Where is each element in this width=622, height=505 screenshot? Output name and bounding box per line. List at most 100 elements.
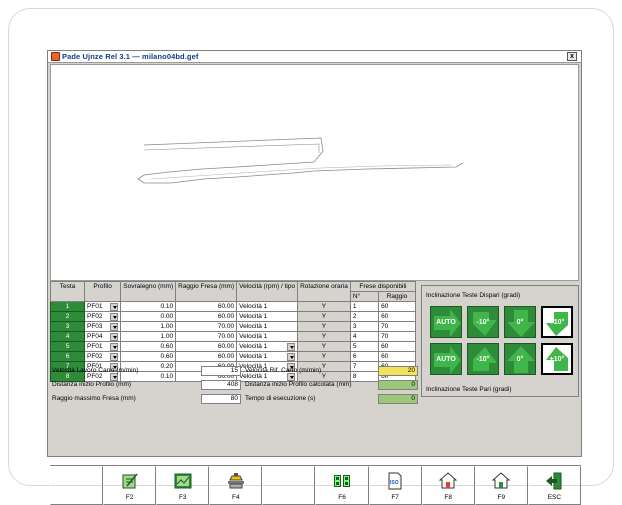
profile-canvas — [50, 64, 579, 281]
dispari-zero-button[interactable]: 0° — [504, 306, 536, 338]
f7-label: F7 — [391, 494, 399, 501]
chevron-down-icon[interactable] — [110, 342, 119, 351]
rotazione-cell[interactable]: Y — [297, 321, 351, 332]
table-row: 1 PF01 0.10 60.00 Velocità 1 Y 1 60 — [50, 301, 416, 312]
chevron-down-icon[interactable] — [287, 342, 296, 351]
fresa-n-cell: 7 — [349, 361, 380, 372]
raggio-cell[interactable]: 60.00 — [175, 311, 238, 322]
close-button[interactable]: x — [567, 52, 577, 61]
f3-button[interactable]: F3 — [156, 466, 210, 505]
raggio-cell[interactable]: 70.00 — [175, 321, 238, 332]
home-icon — [439, 472, 458, 489]
dispari-plus10-button[interactable]: +10° — [541, 306, 573, 338]
col-sovralegno: Sovralegno (mm) — [120, 281, 177, 302]
col-n: N° — [349, 291, 380, 302]
esc-button[interactable]: ESC — [527, 466, 581, 505]
fresa-raggio-cell: 60 — [378, 301, 416, 312]
raggio-cell[interactable]: 70.00 — [175, 331, 238, 342]
velocita-cell[interactable]: Velocità 1 — [236, 311, 299, 322]
raggio-max-label: Raggio massimo Fresa (mm) — [52, 395, 136, 402]
tempo-label: Tempo di esecuzione (s) — [245, 395, 316, 402]
machine-icon — [227, 473, 244, 489]
dist-calc-value: 0 — [378, 380, 418, 390]
velocita-cell[interactable]: Velocità 1 — [236, 331, 299, 342]
profile-select[interactable]: PF02 — [83, 311, 122, 322]
col-testa: Testa — [50, 281, 85, 302]
sovralegno-cell[interactable]: 0.60 — [120, 351, 177, 362]
incl-pari-title: Inclinazione Teste Pari (gradi) — [426, 386, 512, 393]
head-number[interactable]: 2 — [50, 311, 85, 322]
dist-field[interactable]: 408 — [201, 380, 241, 390]
table-row: 6 PF02 0.60 60.00 Velocità 1 Y 6 60 — [50, 351, 416, 362]
profile-select[interactable]: PF04 — [83, 331, 122, 342]
sovralegno-cell[interactable]: 0.10 — [120, 301, 177, 312]
app-icon — [51, 52, 60, 61]
vel-lavoro-field[interactable]: 15 — [201, 366, 241, 376]
head-number[interactable]: 4 — [50, 331, 85, 342]
f9-button[interactable]: F9 — [474, 466, 528, 505]
rotazione-cell[interactable]: Y — [297, 311, 351, 322]
profile-drawing — [137, 137, 464, 184]
head-number[interactable]: 5 — [50, 341, 85, 352]
velocita-cell[interactable]: Velocità 1 — [236, 301, 299, 312]
profile-select[interactable]: PF03 — [83, 321, 122, 332]
f8-button[interactable]: F8 — [421, 466, 475, 505]
edit-icon — [122, 473, 138, 489]
rotazione-cell[interactable]: Y — [297, 301, 351, 312]
f6-button[interactable]: F6 — [315, 466, 369, 505]
head-number[interactable]: 3 — [50, 321, 85, 332]
chevron-down-icon[interactable] — [110, 332, 119, 341]
chevron-down-icon[interactable] — [110, 352, 119, 361]
raggio-max-field[interactable]: 80 — [201, 394, 241, 404]
chevron-down-icon[interactable] — [110, 322, 119, 331]
pari-auto-button[interactable]: AUTO — [430, 343, 462, 375]
f2-button[interactable]: F2 — [103, 466, 157, 505]
pari-plus10-button[interactable]: +10° — [541, 343, 573, 375]
profile-select[interactable]: PF01 — [83, 341, 122, 352]
raggio-cell[interactable]: 60.00 — [175, 301, 238, 312]
dispari-minus10-button[interactable]: -10° — [467, 306, 499, 338]
profile-select[interactable]: PF02 — [83, 351, 122, 362]
head-number[interactable]: 1 — [50, 301, 85, 312]
pari-minus10-button[interactable]: -10° — [467, 343, 499, 375]
sovralegno-cell[interactable]: 0.00 — [120, 311, 177, 322]
profile-select[interactable]: PF01 — [83, 301, 122, 312]
col-raggio: Raggio — [378, 291, 416, 302]
raggio-cell[interactable]: 60.00 — [175, 351, 238, 362]
display-icon — [334, 475, 351, 487]
chart-icon — [174, 473, 192, 489]
rotazione-cell[interactable]: Y — [297, 351, 351, 362]
home-icon — [492, 472, 511, 489]
sovralegno-cell[interactable]: 0.60 — [120, 341, 177, 352]
col-profilo: Profilo — [83, 281, 122, 302]
sovralegno-cell[interactable]: 1.00 — [120, 331, 177, 342]
chevron-down-icon[interactable] — [110, 312, 119, 321]
pari-zero-button[interactable]: 0° — [504, 343, 536, 375]
velocita-select[interactable]: Velocità 1 — [236, 341, 299, 352]
chevron-down-icon[interactable] — [110, 302, 119, 311]
fresa-n-cell: 4 — [349, 331, 380, 342]
col-raggio-fresa: Raggio Fresa (mm) — [175, 281, 238, 302]
rotazione-cell[interactable]: Y — [297, 341, 351, 352]
chevron-down-icon[interactable] — [287, 352, 296, 361]
function-key-bar: F2 F3 F4 F6 ISO F7 F8 F9 ESC — [50, 465, 581, 505]
table-row: 2 PF02 0.00 60.00 Velocità 1 Y 2 60 — [50, 311, 416, 322]
sovralegno-cell[interactable]: 1.00 — [120, 321, 177, 332]
svg-text:ISO: ISO — [390, 480, 399, 486]
raggio-cell[interactable]: 60.00 — [175, 341, 238, 352]
col-velocita: Velocità (rpm) / tipo — [236, 281, 299, 302]
rotazione-cell[interactable]: Y — [297, 331, 351, 342]
fresa-n-cell: 2 — [349, 311, 380, 322]
fresa-n-cell: 3 — [349, 321, 380, 332]
f4-button[interactable]: F4 — [209, 466, 263, 505]
title-bar: Pade Ujnze Rel 3.1 — milano04bd.gef x — [48, 51, 581, 63]
dispari-auto-button[interactable]: AUTO — [430, 306, 462, 338]
velocita-cell[interactable]: Velocità 1 — [236, 321, 299, 332]
vel-lavoro-label: Velocità Lavoro Carro (m/min) — [52, 367, 139, 374]
f7-button[interactable]: ISO F7 — [368, 466, 422, 505]
fresa-n-cell: 1 — [349, 301, 380, 312]
velocita-select[interactable]: Velocità 1 — [236, 351, 299, 362]
table-row: 4 PF04 1.00 70.00 Velocità 1 Y 4 70 — [50, 331, 416, 342]
head-number[interactable]: 6 — [50, 351, 85, 362]
fresa-n-cell: 5 — [349, 341, 380, 352]
